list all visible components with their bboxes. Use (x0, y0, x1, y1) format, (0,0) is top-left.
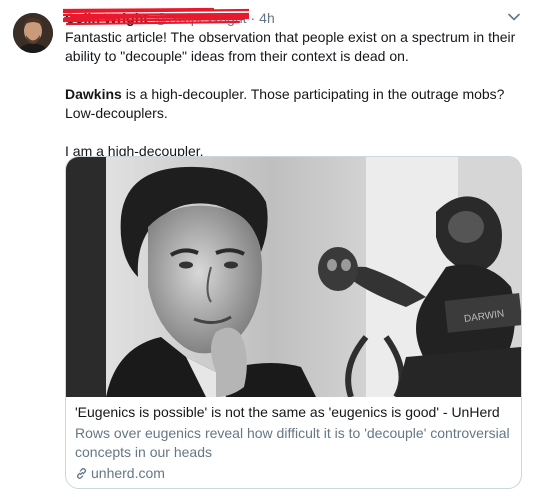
link-icon (76, 467, 87, 480)
card-domain-text: unherd.com (91, 465, 165, 481)
tweet-timestamp[interactable]: 4h (259, 10, 275, 26)
card-title[interactable]: 'Eugenics is possible' is not the same a… (75, 403, 512, 422)
avatar-photo (13, 13, 53, 53)
tweet-text: Fantastic article! The observation that … (65, 28, 525, 161)
card-description: Rows over eugenics reveal how difficult … (75, 425, 510, 460)
tweet-header: Colin Wright @SwipeWright · 4h (63, 7, 275, 28)
tweet-paragraph: Fantastic article! The observation that … (65, 29, 516, 64)
link-card[interactable]: DARWIN 'Eugenics is possible' is not the… (65, 156, 522, 489)
tweet[interactable]: Colin Wright @SwipeWright · 4h Fantastic… (0, 0, 543, 497)
author-handle[interactable]: @SwipeWright (154, 10, 247, 26)
author-name[interactable]: Colin Wright (65, 10, 148, 26)
card-body: 'Eugenics is possible' is not the same a… (75, 400, 512, 483)
card-domain[interactable]: unherd.com (75, 464, 512, 483)
avatar[interactable] (13, 13, 53, 53)
separator-dot: · (250, 10, 256, 26)
tweet-paragraph-rest: is a high-decoupler. Those participating… (65, 86, 505, 121)
card-image[interactable]: DARWIN (66, 157, 521, 397)
bold-mention: Dawkins (65, 86, 122, 102)
tweet-paragraph: Dawkins is a high-decoupler. Those parti… (65, 85, 525, 123)
chevron-down-icon[interactable] (507, 10, 521, 24)
